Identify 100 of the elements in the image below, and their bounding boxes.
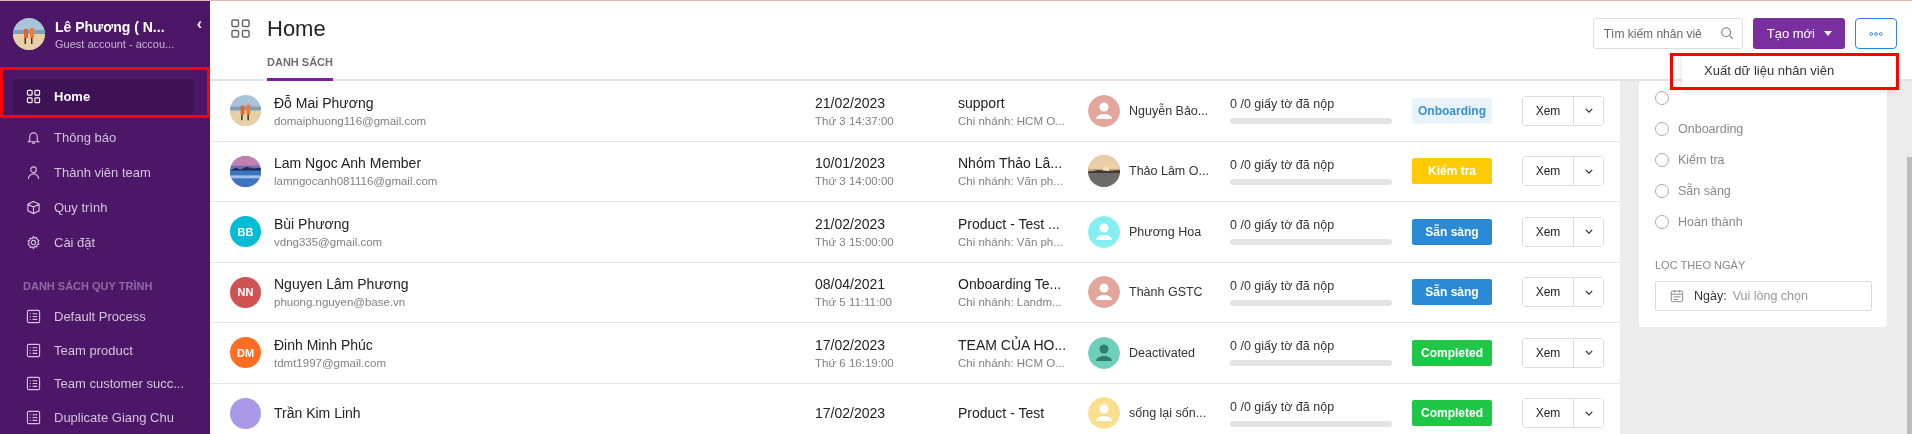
team-name: Onboarding Te... [958,276,1062,293]
section-title: DANH SÁCH QUY TRÌNH [22,279,154,295]
start-date: 21/02/2023 [815,94,886,111]
team-name: Nhóm Thảo Lâ... [958,155,1063,172]
section-title: LỌC THEO NGÀY [1655,259,1747,271]
start-date: 10/01/2023 [815,155,886,172]
team-name: support [958,94,1005,111]
option-label: Hoàn thành [1678,214,1743,229]
documents-count: 0 /0 giấy tờ đã nộp [1230,157,1335,172]
start-time: Thứ 3 14:37:00 [815,114,894,127]
status-badge: Sẵn sàng [1412,279,1492,306]
start-time: Thứ 3 14:00:00 [815,175,894,188]
employee-email: phuong.nguyen@base.vn [274,296,406,309]
chevron-icon [1584,410,1593,416]
option-label: Kiểm tra [1678,152,1725,167]
nav-item[interactable]: Home [13,79,194,115]
process-item[interactable]: Duplicate Giang Chu [0,400,210,434]
employee-name: Đỗ Mai Phương [274,94,374,111]
branch-name: Chi nhánh: HCM O... [958,114,1065,127]
user-name: Lê Phương ( N... [55,18,166,35]
nav-item[interactable]: Thông báo [0,120,210,156]
start-time: Thứ 6 16:19:00 [815,356,894,369]
manager-name: Deactivated [1129,345,1195,360]
option-label: Sẵn sàng [1678,183,1731,198]
nav-item[interactable]: Thành viên team [0,155,210,191]
chevron-icon [1584,350,1593,356]
menu-item[interactable]: Xuất dữ liệu nhân viên [1682,63,1835,78]
option-label: Onboarding [1678,121,1744,136]
team-name: Product - Test [958,405,1045,422]
nav-item[interactable]: Quy trình [0,190,210,226]
settings-icon [26,235,41,251]
view-button[interactable]: Xem [1523,217,1574,246]
status-badge: Onboarding [1412,97,1492,124]
avatar: BB [230,216,261,248]
process-item[interactable]: Team customer succ... [0,367,210,401]
chevron-icon [1584,229,1593,235]
list-icon [26,409,41,425]
chevron-icon [1584,108,1593,114]
calendar-icon [1670,289,1684,303]
collapse-button[interactable]: ‹ [194,15,204,33]
documents-count: 0 /0 giấy tờ đã nộp [1230,218,1335,233]
caret-icon [1824,31,1832,36]
view-button[interactable]: Xem [1523,96,1574,125]
scrollbar[interactable] [1907,157,1912,434]
start-time: Thứ 3 15:00:00 [815,235,894,248]
view-button[interactable]: Xem [1523,278,1574,307]
employee-name: Trần Kim Linh [274,405,361,422]
status-badge: Kiểm tra [1412,158,1492,185]
view-button[interactable]: Xem [1523,399,1574,428]
avatar: DM [230,337,261,369]
start-date: 21/02/2023 [815,215,886,232]
manager-name: Thành GSTC [1129,285,1203,300]
status-badge: Completed [1412,339,1492,366]
status-badge: Completed [1412,400,1492,427]
placeholder-text: Vui lòng chọn [1732,289,1808,303]
view-button[interactable]: Xem [1523,338,1574,367]
list-icon [26,376,41,392]
branch-name: Chi nhánh: Landm... [958,296,1062,309]
employee-email: vdng335@gmail.com [274,235,383,248]
team-name: Product - Test ... [958,215,1060,232]
documents-count: 0 /0 giấy tờ đã nộp [1230,399,1335,414]
start-date: 17/02/2023 [815,405,886,422]
employee-email: domaiphuong116@gmail.com [274,114,427,127]
grid-icon [26,89,41,105]
more-icon [1869,31,1883,36]
more-button[interactable] [1855,18,1897,49]
search-icon [1719,26,1734,40]
branch-name: Chi nhánh: Văn ph... [958,175,1063,188]
manager-name: sống lại sốn... [1129,406,1207,421]
search-field[interactable]: Tìm kiếm nhân viê [1592,18,1743,49]
employee-name: Đinh Minh Phúc [274,336,373,353]
create-button[interactable]: Tạo mới [1752,18,1845,49]
team-name: TEAM CỦA HO... [958,336,1067,353]
manager-name: Thảo Lâm O... [1129,164,1209,179]
process-item[interactable]: Team product [0,333,210,368]
nav-item[interactable]: Cài đặt [0,225,210,261]
start-time: Thứ 5 11:11:00 [815,296,892,309]
page-title: Home [267,16,327,42]
employee-name: Bùi Phương [274,215,350,232]
start-date: 17/02/2023 [815,336,886,353]
employee-email: tdmt1997@gmail.com [274,356,387,369]
branch-name: Chi nhánh: Văn ph... [958,235,1063,248]
view-button[interactable]: Xem [1523,157,1574,186]
bell-icon [26,130,41,146]
process-item[interactable]: Default Process [0,300,210,334]
field-label: Ngày: [1694,289,1727,303]
date-field[interactable]: Ngày: Vui lòng chọn [1655,281,1872,311]
manager-name: Phương Hoa [1129,224,1202,239]
user-icon [26,165,41,181]
employee-email: lamngocanh081116@gmail.com [274,175,438,188]
manager-name: Nguyễn Bảo... [1129,103,1209,118]
account-type: Guest account - accou... [55,37,176,50]
chevron-icon [1584,289,1593,295]
branch-name: Chi nhánh: HCM O... [958,356,1065,369]
start-date: 08/04/2021 [815,276,886,293]
employee-name: Nguyen Lâm Phương [274,276,409,293]
chevron-icon [1584,168,1593,174]
list-icon [26,342,41,358]
list-icon [26,309,41,325]
employee-name: Lam Ngoc Anh Member [274,155,422,172]
